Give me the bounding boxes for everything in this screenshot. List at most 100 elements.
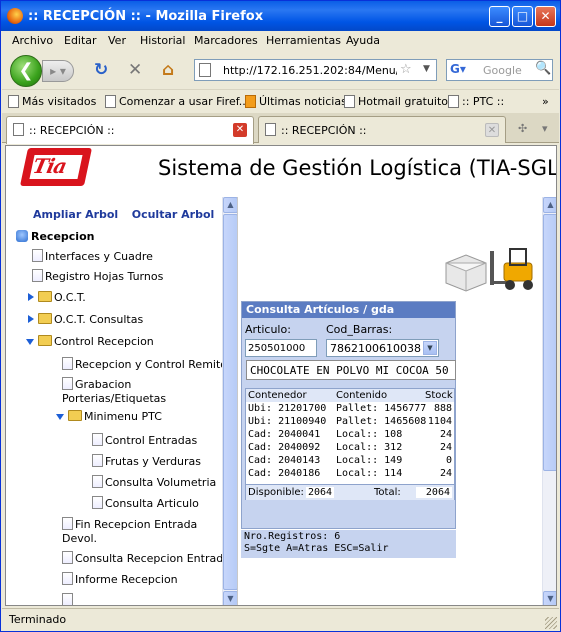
disponible-label: Disponible: bbox=[248, 487, 304, 498]
document-icon bbox=[62, 551, 73, 564]
page-scrollbar[interactable]: ▲ ▼ bbox=[542, 197, 556, 605]
document-icon bbox=[62, 357, 73, 370]
forward-button[interactable]: ▸ ▾ bbox=[42, 60, 74, 82]
document-icon bbox=[92, 496, 103, 509]
stock-table: Contenedor Contenido Stock Ubi: 21201700… bbox=[245, 388, 455, 500]
search-box[interactable]: G▾ Google 🔍 bbox=[446, 59, 553, 81]
barras-select[interactable]: 7862100610038 ▼ bbox=[326, 339, 439, 357]
scroll-down-icon[interactable]: ▼ bbox=[223, 591, 237, 605]
scroll-thumb[interactable] bbox=[223, 214, 237, 590]
document-icon bbox=[32, 249, 43, 262]
address-bar[interactable]: http://172.16.251.202:84/Menu/re ☆ ▼ bbox=[194, 59, 437, 81]
bookmark-ptc[interactable]: :: PTC :: bbox=[448, 95, 504, 108]
header-contenedor: Contenedor bbox=[248, 390, 307, 401]
close-button[interactable]: ✕ bbox=[535, 6, 556, 27]
minimize-button[interactable]: _ bbox=[489, 6, 510, 27]
folder-icon bbox=[38, 313, 52, 324]
main-frame: Consulta Artículos / gda Articulo: Cod_B… bbox=[239, 197, 542, 605]
tree-item-oct[interactable]: O.C.T. bbox=[28, 291, 86, 305]
tab-recepcion-1[interactable]: :: RECEPCIÓN :: ✕ bbox=[6, 116, 254, 144]
google-icon[interactable]: G▾ bbox=[450, 62, 466, 76]
tree-root[interactable]: Recepcion bbox=[16, 230, 94, 243]
tree-item-volumetria[interactable]: Consulta Volumetria bbox=[92, 475, 216, 490]
tree-item-oct-consultas[interactable]: O.C.T. Consultas bbox=[28, 313, 143, 327]
tree-links: Ampliar Arbol Ocultar Arbol bbox=[33, 208, 224, 221]
menu-ayuda[interactable]: Ayuda bbox=[346, 34, 380, 47]
bookmark-ultimas-noticias[interactable]: Últimas noticias bbox=[245, 95, 347, 108]
tree-item-consulta-articulo[interactable]: Consulta Articulo bbox=[92, 496, 199, 511]
tree-item-control-entradas[interactable]: Control Entradas bbox=[92, 433, 197, 448]
article-description: CHOCOLATE EN POLVO MI COCOA 50 bbox=[246, 360, 456, 380]
window-title: :: RECEPCIÓN :: - Mozilla Firefox bbox=[28, 9, 264, 24]
document-icon bbox=[62, 593, 73, 605]
table-cell: 0 bbox=[445, 455, 452, 466]
menu-marcadores[interactable]: Marcadores bbox=[194, 34, 258, 47]
home-icon[interactable]: ⌂ bbox=[162, 60, 174, 80]
menu-ver[interactable]: Ver bbox=[108, 34, 126, 47]
page-icon bbox=[265, 123, 276, 136]
tree-item-interfaces[interactable]: Interfaces y Cuadre bbox=[32, 249, 153, 264]
menu-herramientas[interactable]: Herramientas bbox=[266, 34, 341, 47]
tab-bar: :: RECEPCIÓN :: ✕ :: RECEPCIÓN :: ✕ ✣ ▾ bbox=[2, 113, 559, 144]
tree-item-frutas[interactable]: Frutas y Verduras bbox=[92, 454, 201, 469]
bookmark-mas-visitados[interactable]: Más visitados bbox=[8, 95, 96, 108]
dropdown-arrow-icon[interactable]: ▼ bbox=[423, 341, 437, 355]
menu-bar: Archivo Editar Ver Historial Marcadores … bbox=[2, 31, 559, 52]
bookmark-comenzar[interactable]: Comenzar a usar Firef... bbox=[105, 95, 249, 108]
status-text: Terminado bbox=[9, 613, 67, 626]
document-icon bbox=[62, 572, 73, 585]
folder-open-icon bbox=[68, 410, 82, 421]
back-button[interactable]: ❮ bbox=[10, 55, 42, 87]
table-cell: Cad: 2040186 bbox=[248, 468, 321, 479]
url-text: http://172.16.251.202:84/Menu/re bbox=[223, 64, 397, 77]
bookmarks-overflow-icon[interactable]: » bbox=[542, 95, 549, 108]
table-cell: 24 bbox=[439, 429, 452, 440]
tab-recepcion-2[interactable]: :: RECEPCIÓN :: ✕ bbox=[258, 116, 506, 143]
tree-item-minimenu-ptc[interactable]: Minimenu PTC bbox=[56, 410, 162, 424]
search-icon[interactable]: 🔍 bbox=[535, 61, 551, 76]
table-cell: Ubi: 21201700 bbox=[248, 403, 327, 414]
articulo-input[interactable]: 250501000 bbox=[245, 339, 317, 357]
menu-editar[interactable]: Editar bbox=[64, 34, 97, 47]
expand-icon bbox=[28, 293, 34, 301]
scroll-thumb[interactable] bbox=[543, 214, 556, 471]
menu-historial[interactable]: Historial bbox=[140, 34, 185, 47]
new-tab-icon[interactable]: ✣ bbox=[518, 122, 527, 135]
resize-grip-icon[interactable] bbox=[545, 617, 557, 629]
maximize-button[interactable]: □ bbox=[512, 6, 533, 27]
tree-item-control-recepcion[interactable]: Control Recepcion bbox=[26, 335, 154, 349]
tab-close-icon[interactable]: ✕ bbox=[233, 123, 247, 137]
tree-item-informe[interactable]: Informe Recepcion bbox=[62, 572, 178, 587]
reload-icon[interactable]: ↻ bbox=[94, 60, 108, 80]
tree-item-grabacion[interactable]: Grabacion Porterias/Etiquetas bbox=[62, 377, 166, 406]
tab-close-icon[interactable]: ✕ bbox=[485, 123, 499, 137]
forklift-icon bbox=[445, 248, 533, 292]
table-cell: 24 bbox=[439, 468, 452, 479]
tree-item-consulta-recepcion[interactable]: Consulta Recepcion Entrada bbox=[62, 551, 230, 566]
bookmark-hotmail[interactable]: Hotmail gratuito bbox=[344, 95, 448, 108]
system-title: Sistema de Gestión Logística (TIA-SGL) bbox=[158, 156, 557, 180]
url-dropdown-icon[interactable]: ▼ bbox=[423, 64, 430, 74]
tree-item-recepcion-remito[interactable]: Recepcion y Control Remito bbox=[62, 357, 227, 372]
tree-item-fin-recepcion[interactable]: Fin Recepcion Entrada Devol. bbox=[62, 517, 197, 546]
menu-archivo[interactable]: Archivo bbox=[12, 34, 53, 47]
stop-icon[interactable]: ✕ bbox=[128, 60, 142, 80]
collapse-icon bbox=[56, 414, 64, 420]
table-cell: Cad: 2040092 bbox=[248, 442, 321, 453]
expand-tree-link[interactable]: Ampliar Arbol bbox=[33, 208, 118, 221]
table-cell: Ubi: 21100940 bbox=[248, 416, 327, 427]
table-cell: 24 bbox=[439, 442, 452, 453]
tree-item-registro[interactable]: Registro Hojas Turnos bbox=[32, 269, 163, 284]
registros-info: Nro.Registros: 6 S=Sgte A=Atras ESC=Sali… bbox=[241, 530, 456, 558]
scroll-up-icon[interactable]: ▲ bbox=[223, 197, 237, 213]
bookmark-star-icon[interactable]: ☆ bbox=[400, 62, 412, 77]
table-cell: Local:: 114 bbox=[336, 468, 403, 479]
scroll-up-icon[interactable]: ▲ bbox=[543, 197, 556, 213]
scroll-down-icon[interactable]: ▼ bbox=[543, 591, 556, 605]
hide-tree-link[interactable]: Ocultar Arbol bbox=[132, 208, 215, 221]
sidebar-scrollbar[interactable]: ▲ ▼ bbox=[222, 197, 237, 605]
document-icon bbox=[62, 377, 73, 390]
status-bar: Terminado bbox=[2, 608, 559, 631]
tab-list-icon[interactable]: ▾ bbox=[542, 122, 548, 135]
search-placeholder: Google bbox=[483, 64, 522, 77]
